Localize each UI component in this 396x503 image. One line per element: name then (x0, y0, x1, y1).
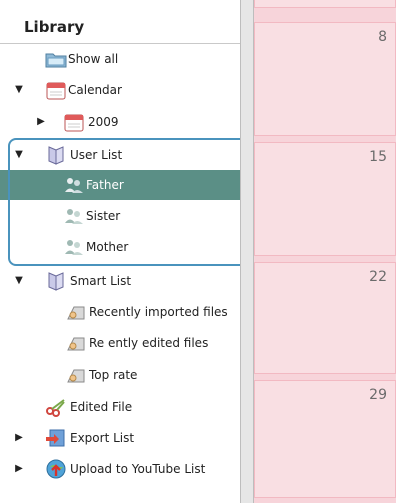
sidebar-item-calendar[interactable]: ▼ Calendar (0, 75, 240, 105)
sidebar-item-upload-youtube[interactable]: ▶ Upload to YouTube List (0, 454, 240, 484)
people-icon (62, 205, 86, 227)
sidebar-item-label: Show all (68, 52, 119, 66)
expanded-arrow-icon[interactable]: ▼ (14, 275, 24, 287)
library-sidebar: Library Show all ▼ Calendar ▶ 2009 ▼ Use… (0, 0, 260, 503)
filter-icon (64, 301, 88, 323)
sidebar-header: Library (0, 0, 240, 44)
calendar-cell[interactable]: 22 (254, 262, 396, 374)
sidebar-item-label: Father (86, 178, 124, 192)
calendar-icon (44, 79, 68, 101)
sidebar-item-2009[interactable]: ▶ 2009 (0, 107, 240, 137)
sidebar-item-user-list[interactable]: ▼ User List (0, 140, 240, 170)
calendar-day-number: 29 (369, 387, 387, 403)
sidebar-item-label: Smart List (70, 274, 132, 288)
sidebar-item-label: Re ently edited files (89, 336, 209, 350)
calendar-cell[interactable]: 29 (254, 380, 396, 498)
expanded-arrow-icon[interactable]: ▼ (14, 84, 24, 96)
sidebar-item-recently-edited[interactable]: Re ently edited files (0, 328, 240, 358)
pane-splitter[interactable] (240, 0, 254, 503)
export-icon (44, 427, 68, 449)
sidebar-item-export-list[interactable]: ▶ Export List (0, 423, 240, 453)
upload-globe-icon (44, 458, 68, 480)
calendar-day-number: 22 (369, 269, 387, 285)
book-icon (44, 144, 68, 166)
calendar-day-number: 15 (369, 149, 387, 165)
expanded-arrow-icon[interactable]: ▼ (14, 149, 24, 161)
calendar-day-number: 8 (378, 29, 387, 45)
sidebar-item-sister[interactable]: Sister (0, 201, 240, 231)
sidebar-item-father[interactable]: Father (0, 170, 240, 200)
people-icon (62, 174, 86, 196)
sidebar-item-show-all[interactable]: Show all (0, 44, 240, 74)
sidebar-item-edited-file[interactable]: Edited File (0, 392, 240, 422)
sidebar-item-label: Export List (70, 431, 135, 445)
filter-icon (64, 364, 88, 386)
calendar-cell[interactable]: 8 (254, 22, 396, 136)
book-icon (44, 270, 68, 292)
calendar-view: 8 15 22 29 (254, 0, 396, 503)
filter-icon (64, 332, 88, 354)
collapsed-arrow-icon[interactable]: ▶ (14, 432, 24, 444)
calendar-icon (62, 111, 86, 133)
calendar-cell[interactable] (254, 0, 396, 8)
sidebar-item-label: Edited File (70, 400, 133, 414)
collapsed-arrow-icon[interactable]: ▶ (36, 116, 46, 128)
sidebar-item-label: Recently imported files (89, 305, 228, 319)
sidebar-title: Library (24, 18, 85, 36)
scissors-icon (44, 396, 68, 418)
sidebar-item-label: 2009 (88, 115, 119, 129)
sidebar-item-top-rate[interactable]: Top rate (0, 360, 240, 390)
sidebar-item-label: Top rate (89, 368, 138, 382)
sidebar-item-smart-list[interactable]: ▼ Smart List (0, 266, 240, 296)
sidebar-item-label: Mother (86, 240, 129, 254)
sidebar-item-label: Sister (86, 209, 121, 223)
sidebar-item-label: Upload to YouTube List (70, 462, 206, 476)
folder-icon (44, 48, 68, 70)
sidebar-item-label: User List (70, 148, 123, 162)
people-icon (62, 236, 86, 258)
calendar-cell[interactable]: 15 (254, 142, 396, 256)
sidebar-item-label: Calendar (68, 83, 122, 97)
collapsed-arrow-icon[interactable]: ▶ (14, 463, 24, 475)
sidebar-item-mother[interactable]: Mother (0, 232, 240, 262)
sidebar-item-recently-imported[interactable]: Recently imported files (0, 297, 240, 327)
